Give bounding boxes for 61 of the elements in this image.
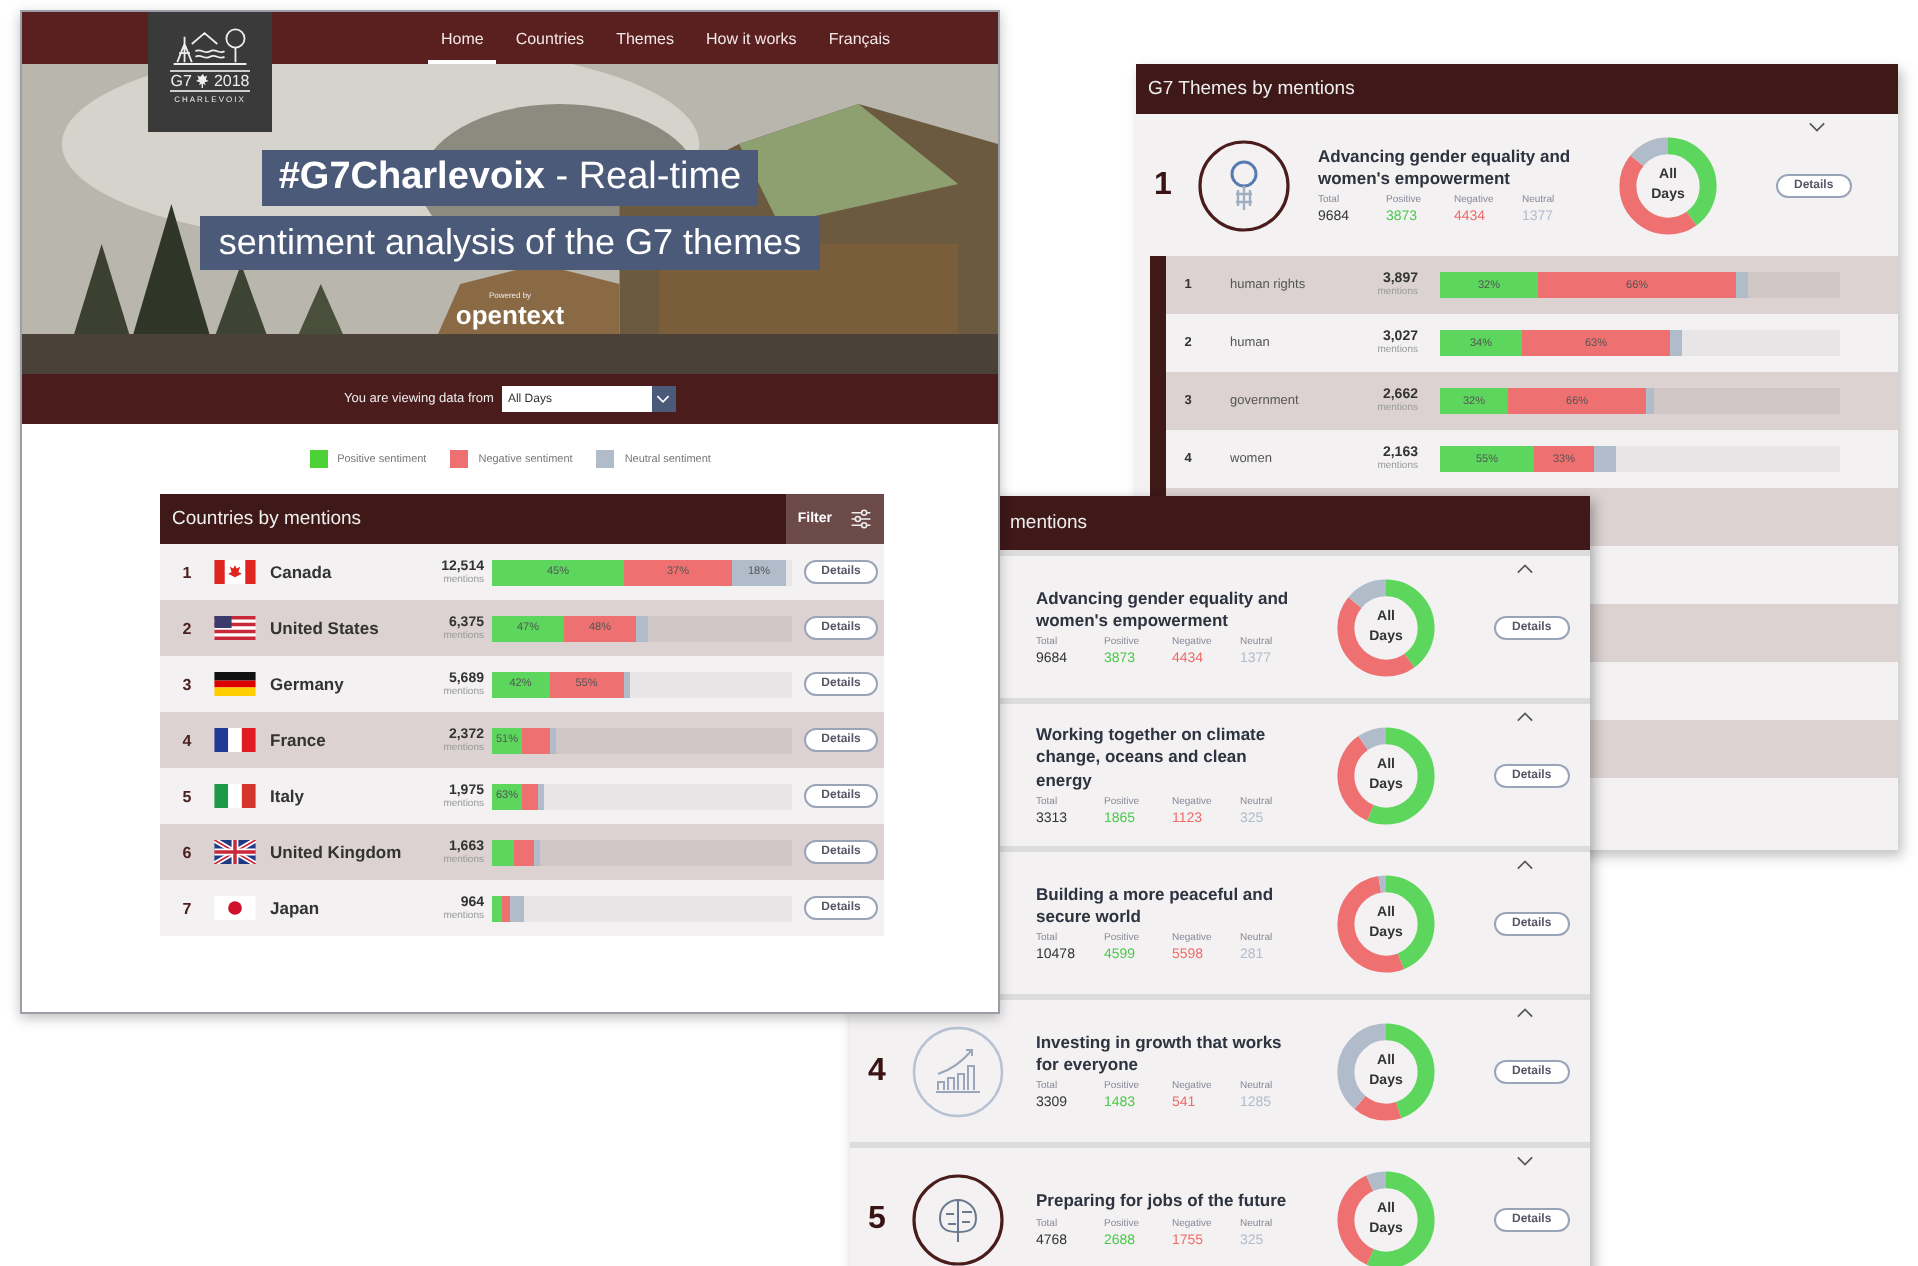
country-name: United Kingdom: [270, 842, 404, 862]
rank-number: 7: [180, 899, 194, 917]
donut-drawing: [1332, 1017, 1440, 1125]
country-name: Japan: [270, 898, 322, 918]
country-name: United States: [270, 618, 381, 638]
nav-link[interactable]: Themes: [604, 12, 686, 64]
country-name: Canada: [270, 562, 334, 582]
nav-link[interactable]: Home: [428, 12, 496, 64]
rank-number: 3: [180, 675, 194, 693]
theme-title: Investing in growth that works for everyone: [1036, 1031, 1284, 1077]
hero-title: #G7Charlevoix - Real-time: [262, 150, 758, 206]
chevron-icon[interactable]: [1516, 712, 1534, 722]
hero-subtitle: sentiment analysis of the G7 themes: [200, 216, 820, 270]
panel-title: mentions: [1010, 512, 1088, 534]
rank-number: 2: [180, 619, 194, 637]
theme-title: Preparing for jobs of the future: [1036, 1190, 1289, 1214]
donut-drawing: [1332, 1165, 1440, 1266]
flag-icon: [214, 784, 256, 808]
sliders-icon: [850, 508, 872, 530]
chevron-icon[interactable]: [1516, 860, 1534, 870]
chevron-icon[interactable]: [1516, 564, 1534, 574]
panel-title: G7 Themes by mentions: [1148, 78, 1355, 100]
donut-drawing: [1332, 573, 1440, 681]
nav-link[interactable]: How it works: [693, 12, 809, 64]
logo-text: G7: [170, 72, 192, 90]
rank-number: 1: [180, 563, 194, 581]
table-title: Countries by mentions: [170, 506, 362, 534]
flag-icon: [214, 840, 256, 864]
chevron-icon[interactable]: [1516, 1008, 1534, 1018]
flag-icon: [214, 560, 256, 584]
logo-text: 2018: [213, 72, 250, 90]
rank-number: 6: [180, 843, 194, 861]
brand-name: opentext: [455, 300, 565, 330]
country-name: Italy: [270, 786, 307, 806]
flag-icon: [214, 728, 256, 752]
chevron-icon[interactable]: [1516, 1156, 1534, 1166]
rank-number: 5: [866, 1201, 888, 1237]
flag-icon: [214, 672, 256, 696]
theme-title: Advancing gender equality and women's empowerment: [1318, 145, 1573, 191]
theme-title: Advancing gender equality and women's empowerment: [1036, 587, 1291, 633]
flag-icon: [214, 616, 256, 640]
rank-number: 1: [1152, 167, 1174, 203]
rank-number: 4: [180, 731, 194, 749]
rank-number: 5: [180, 787, 194, 805]
maple-leaf-icon: [195, 74, 210, 88]
theme-title: Building a more peaceful and secure world: [1036, 883, 1276, 929]
donut-drawing: [1332, 721, 1440, 829]
rank-number: 4: [866, 1053, 888, 1089]
female-symbol-icon: [1198, 139, 1290, 231]
theme-title: Working together on climate change, oceans and clean energy: [1036, 723, 1268, 793]
chevron-icon[interactable]: [1808, 122, 1826, 132]
donut-drawing: [1614, 131, 1722, 239]
country-name: France: [270, 730, 328, 750]
brain-icon: [912, 1173, 1004, 1265]
bar-chart-icon: [912, 1025, 1004, 1117]
country-name: Germany: [270, 674, 346, 694]
donut-drawing: [1332, 869, 1440, 977]
nav-link[interactable]: Français: [816, 12, 902, 64]
nav-link[interactable]: Countries: [503, 12, 597, 64]
flag-icon: [214, 896, 256, 920]
caret-icon: [656, 394, 671, 404]
